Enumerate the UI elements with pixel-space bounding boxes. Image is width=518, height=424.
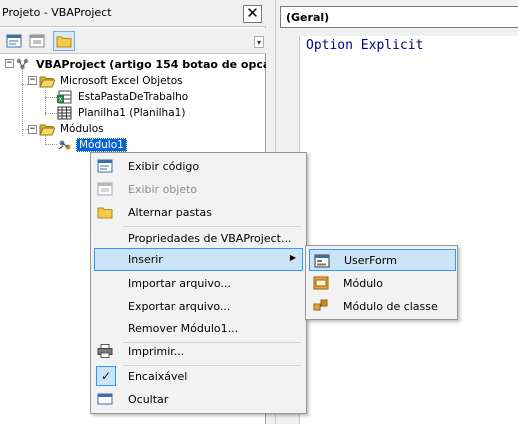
menu-label: Propriedades de VBAProject...	[128, 232, 292, 245]
tree-label-sheet: Planilha1 (Planilha1)	[78, 107, 186, 119]
insert-submenu: UserForm Módulo Módulo de classe	[305, 245, 458, 320]
project-explorer-titlebar[interactable]: Projeto - VBAProject ✕	[0, 0, 266, 27]
menu-item-remove-module[interactable]: Remover Módulo1...	[94, 317, 303, 340]
menu-item-properties[interactable]: Propriedades de VBAProject...	[94, 227, 303, 250]
tree-connector	[45, 144, 57, 145]
toggle-folders-icon	[56, 36, 72, 48]
checkmark-icon: ✓	[96, 366, 116, 386]
excel-workbook-icon: X	[57, 90, 73, 104]
submenu-item-class-module[interactable]: Módulo de classe	[309, 295, 456, 317]
tree-connector	[45, 97, 57, 98]
open-folder-icon	[39, 122, 56, 136]
menu-label: Módulo	[343, 276, 383, 290]
worksheet-icon	[57, 106, 73, 120]
menu-item-view-code[interactable]: Exibir código	[94, 155, 303, 178]
tree-label-module1: Módulo1	[76, 138, 127, 152]
tree-label-modules-folder: Módulos	[60, 123, 104, 135]
view-object-icon	[29, 34, 45, 48]
menu-label: Exibir código	[128, 160, 200, 173]
toolbar-overflow-chevron-icon[interactable]: ▾	[254, 36, 264, 48]
toggle-folders-button[interactable]	[53, 31, 75, 51]
menu-label: Ocultar	[128, 393, 169, 406]
view-code-button[interactable]	[3, 31, 25, 51]
view-code-icon	[6, 34, 22, 48]
open-folder-icon	[39, 74, 56, 88]
code-editor-text[interactable]: Option Explicit	[306, 38, 423, 53]
printer-icon	[97, 343, 113, 359]
menu-label: Exportar arquivo...	[128, 300, 231, 313]
menu-item-insert[interactable]: Inserir ▶	[94, 248, 303, 271]
tree-label-workbook: EstaPastaDeTrabalho	[78, 91, 189, 103]
menu-label: Encaixável	[128, 370, 188, 383]
menu-item-toggle-folders[interactable]: Alternar pastas	[94, 201, 303, 224]
tree-item-workbook[interactable]: X EstaPastaDeTrabalho	[57, 89, 190, 105]
module-icon	[313, 275, 329, 291]
tree-connector	[45, 113, 57, 114]
tree-item-module1[interactable]: Módulo1	[57, 137, 127, 153]
collapse-toggle[interactable]: −	[5, 59, 14, 68]
tree-label-vbaproject: VBAProject (artigo 154 botao de opcao	[36, 57, 278, 71]
menu-label: UserForm	[344, 253, 397, 267]
menu-label: Inserir	[128, 253, 163, 266]
object-dropdown[interactable]: (Geral)	[280, 6, 518, 28]
menu-label: Módulo de classe	[343, 299, 438, 313]
close-pane-button[interactable]: ✕	[243, 5, 262, 23]
code-window-header: (Geral)	[276, 0, 518, 36]
project-context-menu: Exibir código Exibir objeto Alternar pas…	[90, 152, 307, 414]
code-window: (Geral) Option Explicit	[276, 0, 518, 424]
collapse-toggle[interactable]: −	[28, 125, 37, 134]
hide-window-icon	[97, 391, 113, 407]
module-icon	[57, 138, 73, 152]
tree-item-sheet[interactable]: Planilha1 (Planilha1)	[57, 105, 187, 121]
checked-box: ✓	[96, 366, 116, 386]
tree-item-modules-folder[interactable]: Módulos	[39, 121, 106, 137]
tree-item-excel-objects[interactable]: Microsoft Excel Objetos	[39, 73, 185, 89]
submenu-item-module[interactable]: Módulo	[309, 272, 456, 294]
project-explorer-toolbar: ▾	[0, 28, 266, 54]
menu-item-import-file[interactable]: Importar arquivo...	[94, 272, 303, 295]
svg-text:X: X	[58, 97, 62, 104]
folder-icon	[97, 204, 113, 220]
collapse-toggle[interactable]: −	[28, 76, 37, 85]
view-object-icon	[97, 181, 113, 197]
menu-label: Importar arquivo...	[128, 277, 231, 290]
menu-label: Remover Módulo1...	[128, 322, 239, 335]
project-explorer-title: Projeto - VBAProject	[2, 6, 112, 19]
menu-item-view-object[interactable]: Exibir objeto	[94, 178, 303, 201]
submenu-arrow-icon: ▶	[289, 253, 296, 262]
class-module-icon	[313, 298, 329, 314]
tree-connector	[22, 68, 23, 136]
menu-item-dockable[interactable]: ✓ Encaixável	[94, 365, 303, 388]
submenu-item-userform[interactable]: UserForm	[309, 249, 456, 271]
view-object-button[interactable]	[26, 31, 48, 51]
tree-connector	[45, 90, 46, 115]
tree-label-excel-objects: Microsoft Excel Objetos	[60, 75, 183, 87]
menu-item-hide[interactable]: Ocultar	[94, 388, 303, 411]
tree-item-vbaproject[interactable]: VBAProject (artigo 154 botao de opcao	[15, 56, 280, 72]
userform-icon	[314, 253, 330, 269]
view-code-icon	[97, 158, 113, 174]
menu-item-export-file[interactable]: Exportar arquivo...	[94, 295, 303, 318]
vba-project-icon	[15, 57, 31, 71]
menu-item-print[interactable]: Imprimir...	[94, 340, 303, 363]
menu-label: Imprimir...	[128, 345, 185, 358]
menu-label: Alternar pastas	[128, 206, 212, 219]
menu-label: Exibir objeto	[128, 183, 198, 196]
